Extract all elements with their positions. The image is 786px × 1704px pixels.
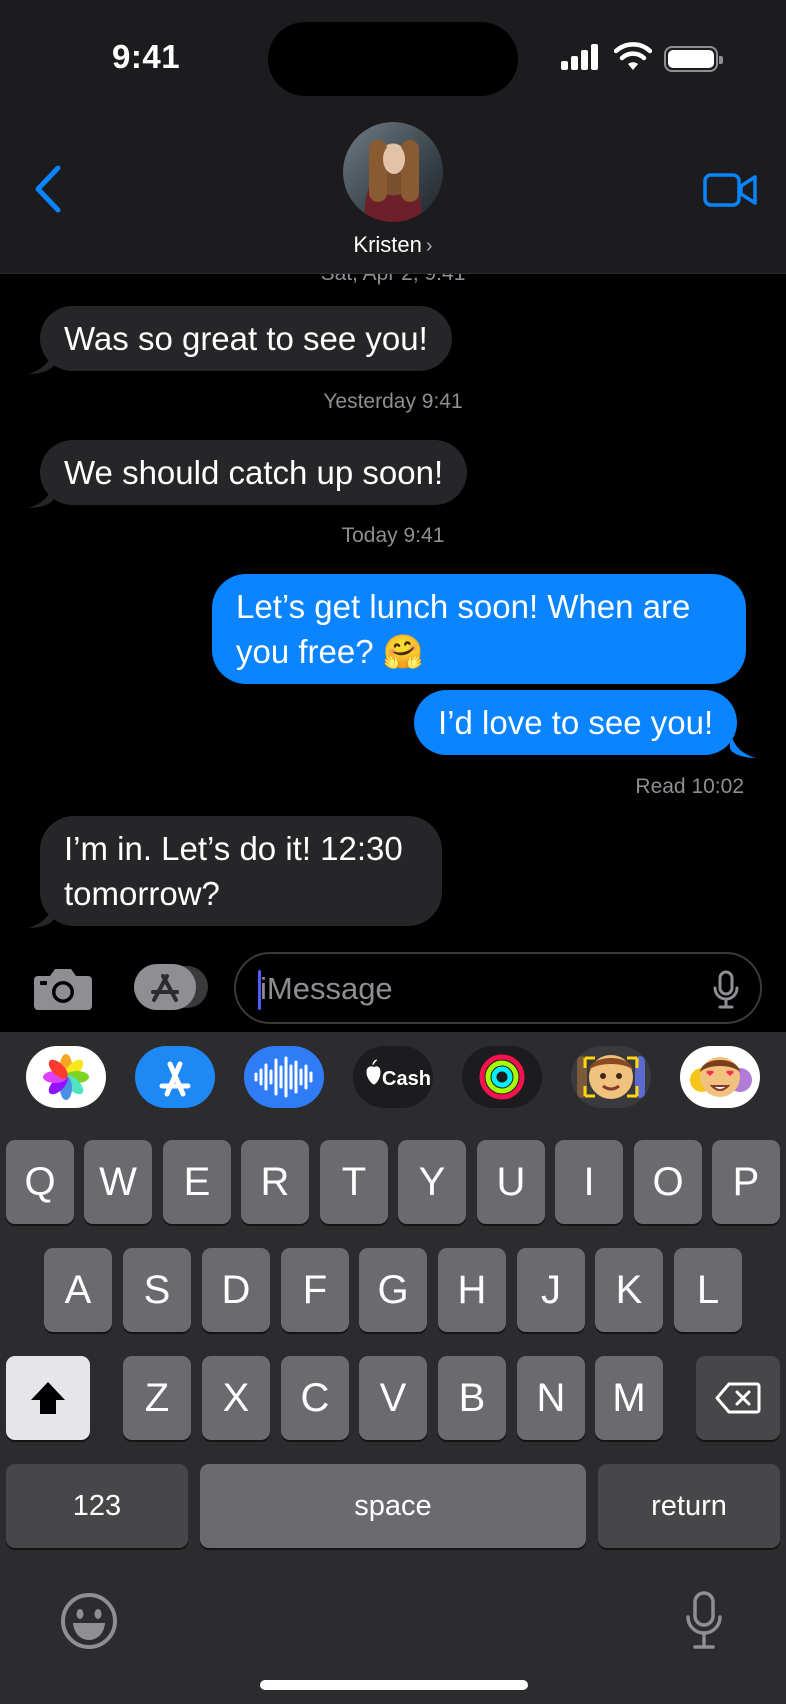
app-store-apps-icon[interactable] (134, 964, 210, 1010)
delete-key[interactable] (696, 1356, 780, 1440)
key-d[interactable]: D (202, 1248, 270, 1332)
back-chevron-icon[interactable] (30, 164, 66, 214)
key-h[interactable]: H (438, 1248, 506, 1332)
photos-app-icon[interactable] (26, 1046, 106, 1108)
key-k[interactable]: K (595, 1248, 663, 1332)
emoji-key-icon[interactable] (60, 1592, 118, 1650)
key-j[interactable]: J (517, 1248, 585, 1332)
timestamp: Yesterday 9:41 (323, 390, 463, 413)
dynamic-island (268, 22, 518, 96)
apple-cash-icon[interactable]: Cash (353, 1046, 433, 1108)
key-v[interactable]: V (359, 1356, 427, 1440)
sent-message-bubble[interactable]: I’d love to see you! (414, 690, 738, 755)
camera-icon[interactable] (32, 966, 94, 1012)
timestamp: Today 9:41 (341, 524, 445, 547)
battery-icon (664, 46, 723, 72)
key-y[interactable]: Y (398, 1140, 466, 1224)
key-r[interactable]: R (241, 1140, 309, 1224)
key-g[interactable]: G (359, 1248, 427, 1332)
memoji-icon[interactable] (571, 1046, 651, 1108)
key-n[interactable]: N (517, 1356, 585, 1440)
contact-name-button[interactable]: Kristen › (0, 232, 786, 258)
wifi-icon (614, 42, 652, 70)
received-message-bubble[interactable]: We should catch up soon! (40, 440, 468, 505)
key-l[interactable]: L (674, 1248, 742, 1332)
cellular-signal-icon (561, 44, 601, 70)
app-store-icon[interactable] (135, 1046, 215, 1108)
key-a[interactable]: A (44, 1248, 112, 1332)
key-x[interactable]: X (202, 1356, 270, 1440)
received-message-bubble[interactable]: Was so great to see you! (40, 306, 452, 371)
key-f[interactable]: F (281, 1248, 349, 1332)
facetime-video-icon[interactable] (702, 170, 758, 210)
read-receipt: Read 10:02 (635, 775, 744, 798)
key-u[interactable]: U (477, 1140, 545, 1224)
key-m[interactable]: M (595, 1356, 663, 1440)
key-q[interactable]: Q (6, 1140, 74, 1224)
imessage-apps-strip: Cash (0, 1046, 786, 1116)
received-message-bubble[interactable]: I’m in. Let’s do it! 12:30 tomorrow? (40, 816, 442, 926)
keyboard-dictation-icon[interactable] (684, 1590, 724, 1652)
backspace-icon (715, 1382, 761, 1414)
apple-cash-label: Cash (382, 1068, 431, 1090)
key-w[interactable]: W (84, 1140, 152, 1224)
dictation-mic-icon[interactable] (712, 970, 740, 1010)
status-time: 9:41 (112, 38, 181, 75)
home-indicator[interactable] (260, 1680, 528, 1690)
numbers-key[interactable]: 123 (6, 1464, 188, 1548)
key-s[interactable]: S (123, 1248, 191, 1332)
key-e[interactable]: E (163, 1140, 231, 1224)
key-b[interactable]: B (438, 1356, 506, 1440)
contact-name: Kristen (353, 232, 422, 257)
sent-message-bubble[interactable]: Let’s get lunch soon! When are you free?… (212, 574, 746, 684)
key-z[interactable]: Z (123, 1356, 191, 1440)
space-key[interactable]: space (200, 1464, 586, 1548)
key-t[interactable]: T (320, 1140, 388, 1224)
imessage-input[interactable]: iMessage (234, 952, 762, 1024)
key-o[interactable]: O (634, 1140, 702, 1224)
memoji-stickers-icon[interactable] (680, 1046, 760, 1108)
imessage-placeholder: iMessage (260, 971, 393, 1006)
activity-icon[interactable] (462, 1046, 542, 1108)
compose-bar: iMessage (0, 940, 786, 1032)
audio-message-icon[interactable] (244, 1046, 324, 1108)
key-p[interactable]: P (712, 1140, 780, 1224)
return-key[interactable]: return (598, 1464, 780, 1548)
navigation-header: 9:41 Kristen › (0, 0, 786, 274)
key-i[interactable]: I (555, 1140, 623, 1224)
key-c[interactable]: C (281, 1356, 349, 1440)
shift-key[interactable] (6, 1356, 90, 1440)
shift-arrow-icon (31, 1382, 65, 1414)
chevron-right-icon: › (425, 235, 433, 257)
contact-avatar[interactable] (343, 122, 443, 222)
